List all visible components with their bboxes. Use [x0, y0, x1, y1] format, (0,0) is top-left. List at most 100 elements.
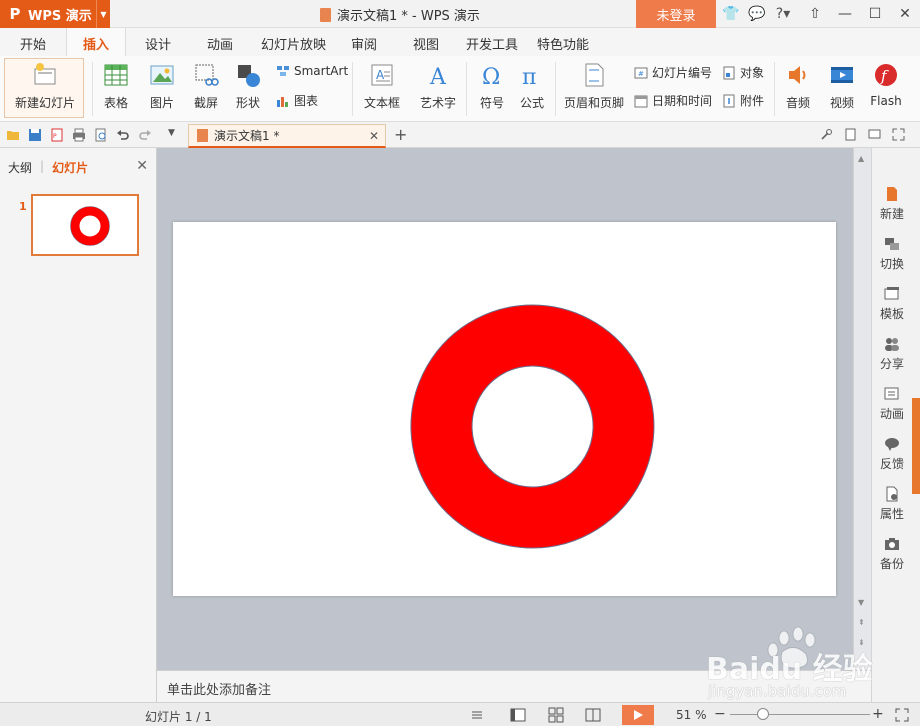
tab-view[interactable]: 视图: [413, 34, 439, 53]
redo-icon[interactable]: [138, 128, 152, 142]
table-icon: [104, 64, 128, 86]
close-panel-icon[interactable]: ✕: [136, 158, 148, 174]
table-button[interactable]: 表格: [98, 56, 134, 111]
attachment-button[interactable]: 附件: [722, 92, 764, 109]
picture-button[interactable]: 图片: [144, 56, 180, 111]
separator: [92, 62, 93, 116]
chart-button[interactable]: 图表: [276, 92, 318, 109]
tab-divider: |: [40, 159, 45, 173]
chevron-down-icon[interactable]: ▼: [96, 0, 110, 28]
tab-slideshow[interactable]: 幻灯片放映: [261, 34, 326, 53]
zoom-out-icon[interactable]: −: [714, 706, 726, 722]
wordart-button[interactable]: A 艺术字: [414, 56, 462, 111]
slideshow-play-button[interactable]: [622, 705, 654, 725]
sidebar-item-template[interactable]: 模板: [872, 286, 912, 322]
sidebar-item-backup[interactable]: 备份: [872, 536, 912, 572]
tools-icon[interactable]: [820, 128, 833, 141]
slide-canvas[interactable]: [173, 222, 836, 596]
close-button[interactable]: ✕: [890, 6, 920, 22]
flash-icon: f: [875, 64, 897, 86]
zoom-slider-knob[interactable]: [757, 708, 769, 720]
chevron-down-icon[interactable]: ▼: [168, 128, 182, 142]
sidebar-item-share[interactable]: 分享: [872, 336, 912, 372]
login-button[interactable]: 未登录: [636, 0, 716, 28]
template-icon: [884, 287, 899, 300]
open-folder-icon[interactable]: [6, 128, 20, 142]
reading-view-icon[interactable]: [585, 707, 601, 723]
sidebar-item-feedback[interactable]: 反馈: [872, 436, 912, 472]
maximize-button[interactable]: ☐: [860, 6, 890, 22]
prev-slide-icon[interactable]: ⇞: [858, 618, 865, 627]
feedback-icon: [885, 438, 899, 451]
backup-icon: [885, 538, 899, 550]
textbox-button[interactable]: A 文本框: [358, 56, 406, 111]
tab-insert[interactable]: 插入: [66, 28, 127, 56]
slide-svg: [410, 304, 655, 549]
next-slide-icon[interactable]: ⇟: [858, 638, 865, 647]
slide-number-button[interactable]: # 幻灯片编号: [634, 64, 712, 81]
notes-toggle-icon[interactable]: [470, 707, 486, 723]
zoom-slider-track[interactable]: [730, 714, 870, 715]
notes-pane[interactable]: 单击此处添加备注: [157, 670, 871, 702]
audio-button[interactable]: 音频: [778, 56, 818, 111]
print-preview-icon[interactable]: [94, 128, 108, 142]
smartart-button[interactable]: SmartArt: [276, 64, 348, 78]
screenshot-button[interactable]: 截屏: [188, 56, 224, 111]
flash-button[interactable]: f Flash: [866, 56, 906, 108]
save-icon[interactable]: [28, 128, 42, 142]
slide-thumbnail[interactable]: [31, 194, 139, 256]
header-footer-button[interactable]: 页眉和页脚: [562, 56, 626, 111]
new-slide-button[interactable]: 新建幻灯片: [8, 56, 82, 111]
export-pdf-icon[interactable]: P: [50, 128, 64, 142]
scroll-down-icon[interactable]: ▼: [858, 598, 864, 607]
window-title: 演示文稿1 * - WPS 演示: [320, 5, 480, 24]
minimize-button[interactable]: —: [830, 6, 860, 22]
app-menu-button[interactable]: P WPS 演示 ▼: [0, 0, 110, 28]
sidebar-item-animation[interactable]: 动画: [872, 386, 912, 422]
sidebar-item-properties[interactable]: 属性: [872, 486, 912, 522]
tab-home[interactable]: 开始: [20, 34, 46, 53]
object-button[interactable]: 对象: [722, 64, 764, 81]
scroll-up-icon[interactable]: ▲: [858, 154, 864, 163]
tab-review[interactable]: 审阅: [351, 34, 377, 53]
zoom-in-icon[interactable]: +: [872, 706, 884, 722]
shape-button[interactable]: 形状: [230, 56, 266, 111]
sidebar-collapse-handle[interactable]: [912, 398, 920, 494]
print-icon[interactable]: [72, 128, 86, 142]
tab-slides[interactable]: 幻灯片: [52, 159, 88, 176]
ribbon-toolbar: 新建幻灯片 表格 图片 截屏 形状 SmartArt 图表 A 文本框 A 艺术…: [0, 56, 920, 122]
svg-text:A: A: [429, 65, 447, 88]
fullscreen-icon[interactable]: [892, 128, 905, 141]
help-icon[interactable]: ?▾: [770, 6, 796, 22]
tab-outline[interactable]: 大纲: [8, 159, 32, 176]
read-mode-icon[interactable]: [844, 128, 857, 141]
panel-tabs: 大纲 | 幻灯片: [8, 159, 88, 176]
donut-shape[interactable]: [410, 304, 655, 549]
add-tab-icon[interactable]: +: [394, 125, 407, 144]
sidebar-item-transition[interactable]: 切换: [872, 236, 912, 272]
formula-button[interactable]: π 公式: [514, 56, 550, 111]
tab-features[interactable]: 特色功能: [537, 34, 589, 53]
vertical-scrollbar[interactable]: ▲ ▼ ⇞ ⇟: [853, 148, 871, 670]
present-icon[interactable]: [868, 128, 881, 141]
tab-design[interactable]: 设计: [145, 34, 171, 53]
close-tab-icon[interactable]: ✕: [369, 129, 379, 143]
sidebar-item-new[interactable]: 新建: [872, 186, 912, 222]
tab-developer[interactable]: 开发工具: [466, 34, 518, 53]
fit-window-icon[interactable]: [894, 707, 910, 723]
document-tab[interactable]: 演示文稿1 * ✕: [188, 124, 386, 148]
separator: [352, 62, 353, 116]
window-controls: ⇧ — ☐ ✕: [800, 0, 920, 28]
calendar-icon: [634, 95, 648, 107]
slide-sorter-icon[interactable]: [548, 707, 564, 723]
datetime-button[interactable]: 日期和时间: [634, 92, 712, 109]
tab-animation[interactable]: 动画: [207, 34, 233, 53]
video-button[interactable]: 视频: [822, 56, 862, 111]
upload-icon[interactable]: ⇧: [800, 6, 830, 22]
chat-icon[interactable]: 💬: [744, 6, 770, 22]
skin-icon[interactable]: 👕: [718, 6, 744, 22]
normal-view-icon[interactable]: [510, 707, 526, 723]
undo-icon[interactable]: [116, 128, 130, 142]
symbol-button[interactable]: Ω 符号: [472, 56, 512, 111]
animation-icon: [884, 387, 899, 400]
